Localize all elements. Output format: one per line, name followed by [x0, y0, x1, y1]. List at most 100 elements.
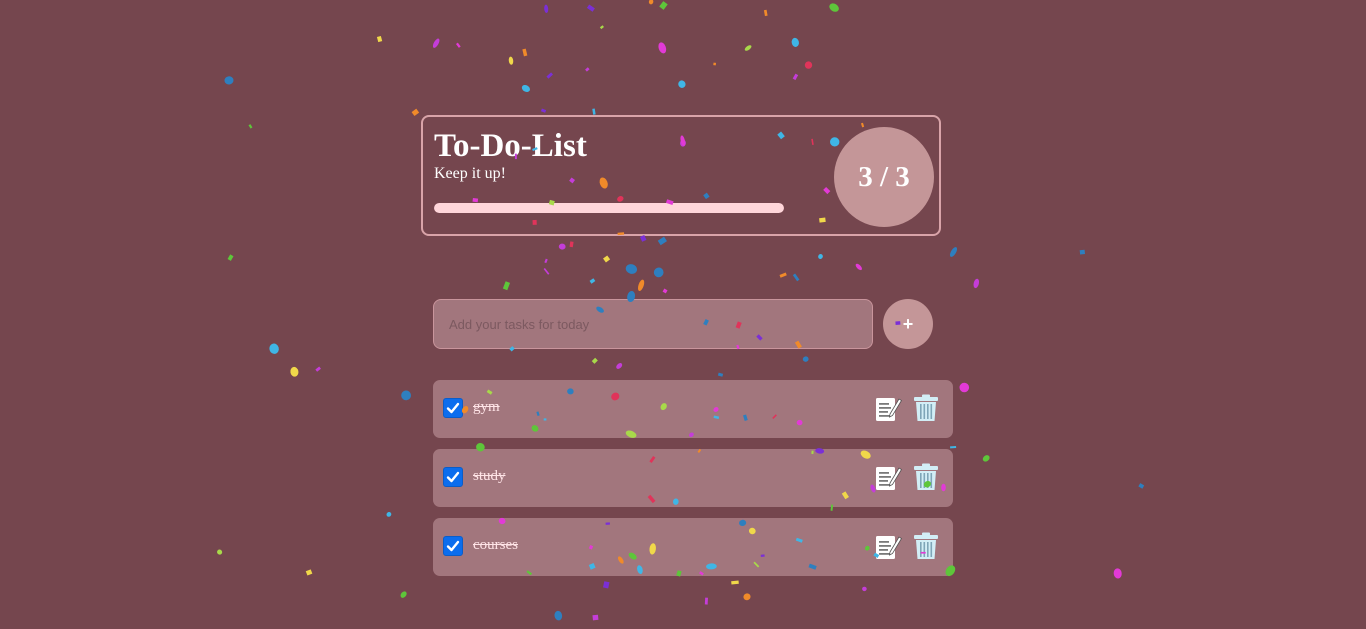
confetti-piece	[589, 278, 596, 284]
edit-icon	[876, 467, 903, 490]
confetti-piece	[376, 35, 383, 43]
task-item: study	[433, 449, 953, 507]
confetti-piece	[386, 512, 392, 517]
confetti-piece	[227, 254, 234, 261]
confetti-piece	[678, 80, 686, 88]
checkmark-icon	[446, 471, 460, 483]
confetti-piece	[653, 267, 664, 278]
progress-fill	[434, 203, 784, 213]
add-task-button[interactable]: +	[883, 299, 933, 349]
confetti-piece	[792, 273, 800, 282]
confetti-piece	[713, 62, 717, 66]
page-title: To-Do-List	[434, 128, 587, 164]
confetti-piece	[554, 610, 563, 621]
confetti-piece	[248, 124, 253, 129]
task-text: gym	[473, 399, 500, 415]
confetti-piece	[662, 288, 668, 294]
confetti-piece	[744, 45, 752, 51]
confetti-piece	[586, 4, 595, 12]
confetti-piece	[521, 84, 530, 93]
confetti-piece	[546, 72, 554, 79]
confetti-piece	[779, 272, 787, 278]
confetti-piece	[599, 25, 604, 30]
confetti-piece	[763, 9, 768, 17]
edit-icon	[876, 536, 903, 559]
trash-icon	[914, 532, 938, 559]
confetti-piece	[792, 73, 799, 81]
confetti-piece	[432, 38, 440, 48]
confetti-piece	[400, 591, 407, 598]
confetti-piece	[305, 569, 313, 576]
confetti-piece	[1113, 568, 1122, 579]
edit-task-button[interactable]	[873, 532, 903, 562]
confetti-piece	[802, 356, 809, 362]
task-text: courses	[473, 537, 518, 553]
confetti-piece	[743, 593, 751, 601]
confetti-piece	[569, 241, 574, 248]
confetti-piece	[603, 255, 611, 263]
confetti-piece	[616, 363, 623, 369]
confetti-piece	[592, 614, 599, 621]
confetti-piece	[290, 366, 299, 377]
confetti-piece	[717, 372, 724, 377]
checkmark-icon	[446, 402, 460, 414]
trash-icon	[914, 463, 938, 490]
confetti-piece	[558, 243, 566, 250]
confetti-piece	[818, 254, 823, 259]
task-item: courses	[433, 518, 953, 576]
task-counter-text: 3 / 3	[858, 160, 910, 193]
confetti-piece	[625, 264, 638, 274]
confetti-piece	[659, 1, 668, 10]
confetti-piece	[544, 4, 549, 13]
confetti-piece	[949, 247, 958, 257]
checkmark-icon	[446, 540, 460, 552]
edit-task-button[interactable]	[873, 394, 903, 424]
confetti-piece	[508, 56, 514, 65]
task-item: gym	[433, 380, 953, 438]
confetti-piece	[591, 357, 598, 364]
confetti-piece	[862, 586, 867, 592]
confetti-piece	[540, 108, 547, 113]
status-message: Keep it up!	[434, 165, 506, 182]
confetti-piece	[973, 278, 980, 289]
confetti-piece	[502, 281, 511, 291]
confetti-piece	[1079, 249, 1086, 255]
confetti-piece	[585, 67, 590, 72]
confetti-piece	[543, 267, 550, 275]
confetti-piece	[637, 279, 645, 291]
confetti-piece	[959, 382, 970, 393]
confetti-piece	[315, 366, 321, 372]
confetti-piece	[804, 61, 813, 69]
confetti-piece	[855, 263, 862, 271]
confetti-piece	[592, 108, 596, 115]
task-checkbox[interactable]	[443, 536, 463, 556]
task-text: study	[473, 468, 506, 484]
edit-task-button[interactable]	[873, 463, 903, 493]
new-task-input[interactable]	[433, 299, 873, 349]
delete-task-button[interactable]	[911, 393, 941, 423]
confetti-piece	[224, 76, 234, 85]
confetti-piece	[217, 549, 223, 555]
confetti-piece	[411, 108, 420, 117]
task-counter: 3 / 3	[834, 127, 934, 227]
task-checkbox[interactable]	[443, 398, 463, 418]
trash-icon	[914, 394, 938, 421]
confetti-piece	[829, 3, 839, 12]
confetti-piece	[544, 258, 548, 264]
confetti-piece	[658, 42, 667, 54]
edit-icon	[876, 398, 903, 421]
confetti-piece	[648, 0, 654, 5]
confetti-piece	[982, 455, 990, 462]
delete-task-button[interactable]	[911, 531, 941, 561]
confetti-piece	[704, 597, 708, 605]
progress-card: To-Do-List Keep it up! 3 / 3	[421, 115, 941, 236]
task-list: gym study courses	[433, 380, 953, 587]
confetti-piece	[455, 42, 461, 48]
delete-task-button[interactable]	[911, 462, 941, 492]
confetti-piece	[657, 236, 667, 246]
confetti-piece	[269, 343, 279, 354]
task-checkbox[interactable]	[443, 467, 463, 487]
confetti-piece	[401, 390, 412, 401]
confetti-piece	[791, 37, 799, 47]
confetti-piece	[1138, 483, 1145, 489]
